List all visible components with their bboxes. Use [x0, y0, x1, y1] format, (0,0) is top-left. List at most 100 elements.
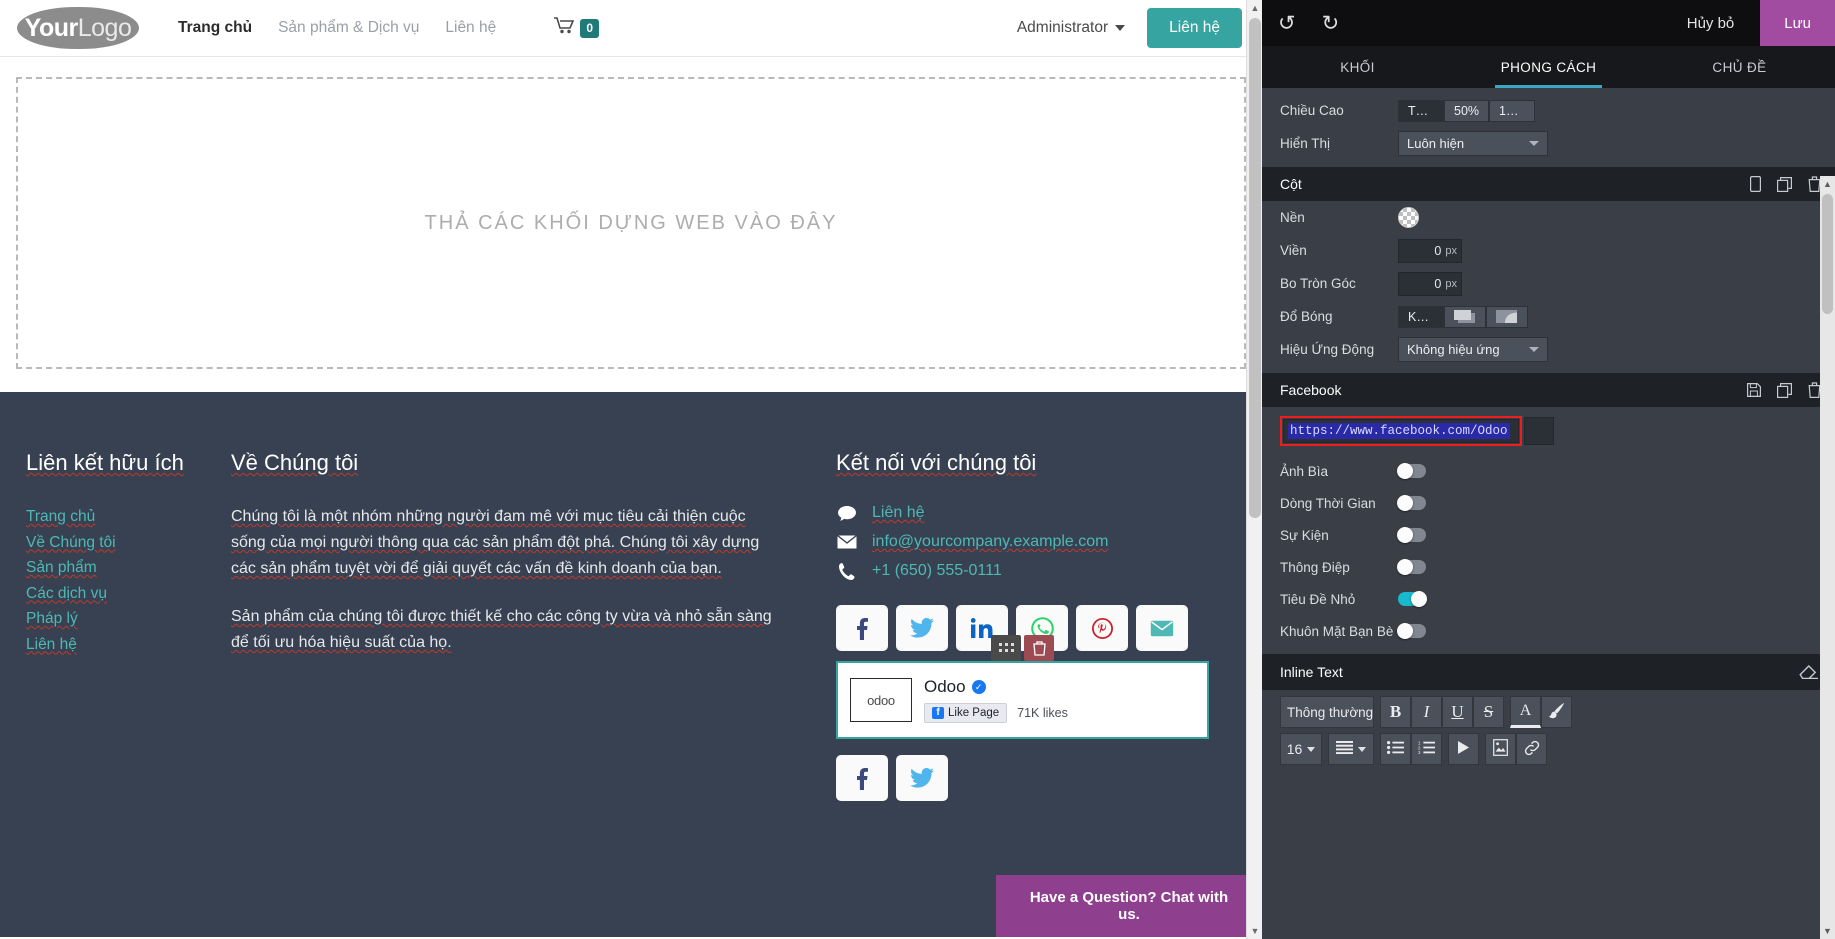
annotation-highlight-box: https://www.facebook.com/Odoo [1280, 416, 1522, 446]
twitter-icon-secondary[interactable] [896, 755, 948, 801]
toggle-cover[interactable] [1397, 463, 1426, 479]
chat-widget-button[interactable]: Have a Question? Chat with us. [996, 875, 1262, 937]
color-group: A [1510, 696, 1572, 728]
facebook-url-value: https://www.facebook.com/Odoo [1288, 423, 1510, 439]
toggle-messages[interactable] [1397, 559, 1426, 575]
site-logo[interactable]: Your Logo [14, 6, 142, 50]
footer-about-column: Về Chúng tôi Chúng tôi là một nhóm những… [231, 450, 836, 801]
facebook-actions: f Like Page 71K likes [924, 703, 1195, 723]
border-control: 0 px [1398, 238, 1819, 263]
account-label: Administrator [1016, 19, 1109, 36]
contact-row-email[interactable]: info@yourcompany.example.com [836, 533, 1236, 551]
cancel-button[interactable]: Hủy bỏ [1661, 0, 1761, 46]
strikethrough-button[interactable]: S [1473, 696, 1504, 728]
display-control: Luôn hiện [1398, 131, 1819, 156]
footer-link-2[interactable]: Sản phẩm [26, 555, 97, 581]
bullet-list-button[interactable] [1380, 733, 1411, 765]
font-color-button[interactable]: A [1510, 696, 1541, 728]
scroll-up-arrow[interactable]: ▲ [1247, 0, 1262, 16]
facebook-url-input[interactable]: https://www.facebook.com/Odoo [1283, 419, 1519, 443]
shadow-inset-icon[interactable] [1486, 305, 1528, 328]
duplicate-icon[interactable] [1777, 176, 1792, 192]
tab-blocks[interactable]: KHỐI [1262, 46, 1453, 88]
redo-icon[interactable]: ↻ [1322, 13, 1340, 34]
background-color-button[interactable] [1541, 696, 1572, 728]
block-dropzone[interactable]: THẢ CÁC KHỐI DỰNG WEB VÀO ĐÂY [16, 77, 1246, 369]
bold-button[interactable]: B [1380, 696, 1411, 728]
footer-link-5[interactable]: Liên hệ [26, 632, 77, 658]
editor-scroll-down-arrow[interactable]: ▼ [1820, 923, 1835, 939]
shadow-option-none[interactable]: Khô... [1398, 305, 1444, 328]
dropzone-wrapper: THẢ CÁC KHỐI DỰNG WEB VÀO ĐÂY [0, 57, 1262, 369]
height-option-100[interactable]: 100% [1489, 99, 1536, 122]
background-color-swatch[interactable] [1398, 207, 1419, 228]
nav-item-products-services[interactable]: Sản phẩm & Dịch vụ [278, 19, 419, 37]
height-option-auto[interactable]: Tự ... [1398, 99, 1444, 122]
align-select[interactable] [1328, 733, 1374, 765]
display-select[interactable]: Luôn hiện [1398, 131, 1548, 156]
nav-item-contact[interactable]: Liên hệ [445, 19, 496, 37]
chevron-down-icon [1358, 746, 1366, 752]
display-select-value: Luôn hiện [1407, 136, 1465, 151]
animation-select[interactable]: Không hiệu ứng [1398, 337, 1548, 362]
row-background: Nền [1262, 201, 1835, 234]
nav-item-home[interactable]: Trang chủ [178, 19, 252, 37]
twitter-icon[interactable] [896, 605, 948, 651]
facebook-icon[interactable] [836, 605, 888, 651]
tab-style[interactable]: PHONG CÁCH [1453, 46, 1644, 88]
like-page-button[interactable]: f Like Page [924, 703, 1008, 723]
footer-link-4[interactable]: Pháp lý [26, 606, 78, 632]
toggle-label-events: Sự Kiện [1280, 527, 1329, 543]
preview-scroll-thumb[interactable] [1249, 18, 1261, 518]
toggle-row-friend-faces: Khuôn Mặt Bạn Bè [1262, 615, 1835, 647]
height-option-50[interactable]: 50% [1444, 99, 1490, 122]
editor-scrollbar[interactable]: ▲ ▼ [1820, 176, 1835, 939]
save-button[interactable]: Lưu [1760, 0, 1835, 46]
undo-icon[interactable]: ↺ [1278, 13, 1296, 34]
grid-drag-icon[interactable] [991, 635, 1021, 661]
trash-icon[interactable] [1024, 635, 1054, 661]
numbered-list-icon: 123 [1418, 740, 1435, 757]
link-button[interactable] [1516, 733, 1547, 765]
underline-button[interactable]: U [1442, 696, 1473, 728]
facebook-icon-secondary[interactable] [836, 755, 888, 801]
facebook-url-preview-box[interactable] [1524, 417, 1554, 445]
toggle-friend-faces[interactable] [1397, 623, 1426, 639]
toggle-timeline[interactable] [1397, 495, 1426, 511]
image-button[interactable] [1485, 733, 1516, 765]
save-icon[interactable] [1747, 383, 1761, 397]
contact-row-chat[interactable]: Liên hệ [836, 504, 1236, 522]
envelope-icon [836, 535, 858, 549]
eraser-icon[interactable] [1799, 665, 1819, 679]
duplicate-icon[interactable] [1777, 382, 1792, 398]
mobile-icon[interactable] [1750, 176, 1761, 192]
tab-theme[interactable]: CHỦ ĐỀ [1644, 46, 1835, 88]
toggle-small-header[interactable] [1398, 591, 1427, 607]
footer-link-3[interactable]: Các dịch vụ [26, 581, 107, 607]
row-border: Viền 0 px [1262, 234, 1835, 267]
numbered-list-button[interactable]: 123 [1411, 733, 1442, 765]
pinterest-icon[interactable] [1076, 605, 1128, 651]
shadow-control: Khô... [1398, 305, 1819, 328]
paragraph-style-select[interactable]: Thông thường [1280, 696, 1374, 728]
toggle-events[interactable] [1397, 527, 1426, 543]
editor-scroll-thumb[interactable] [1822, 194, 1833, 314]
contact-cta-button[interactable]: Liên hệ [1147, 8, 1242, 48]
account-menu[interactable]: Administrator [1016, 19, 1126, 37]
footer-link-0[interactable]: Trang chủ [26, 504, 95, 530]
scroll-down-arrow[interactable]: ▼ [1247, 923, 1262, 939]
editor-scroll-up-arrow[interactable]: ▲ [1820, 176, 1835, 192]
cart-button[interactable]: 0 [554, 17, 600, 39]
radius-input[interactable]: 0 px [1398, 271, 1462, 296]
facebook-page-card[interactable]: odoo Odoo ✓ f Like Page 71K likes [836, 661, 1209, 739]
footer-link-1[interactable]: Về Chúng tôi [26, 530, 116, 556]
indent-button[interactable] [1448, 733, 1479, 765]
social-icons-row-2 [836, 755, 1236, 801]
contact-row-phone[interactable]: +1 (650) 555-0111 [836, 562, 1236, 580]
preview-scrollbar[interactable]: ▲ ▼ [1246, 0, 1262, 939]
shadow-outset-icon[interactable] [1444, 305, 1486, 328]
email-icon[interactable] [1136, 605, 1188, 651]
font-size-select[interactable]: 16 [1280, 733, 1322, 765]
border-input[interactable]: 0 px [1398, 238, 1462, 263]
italic-button[interactable]: I [1411, 696, 1442, 728]
